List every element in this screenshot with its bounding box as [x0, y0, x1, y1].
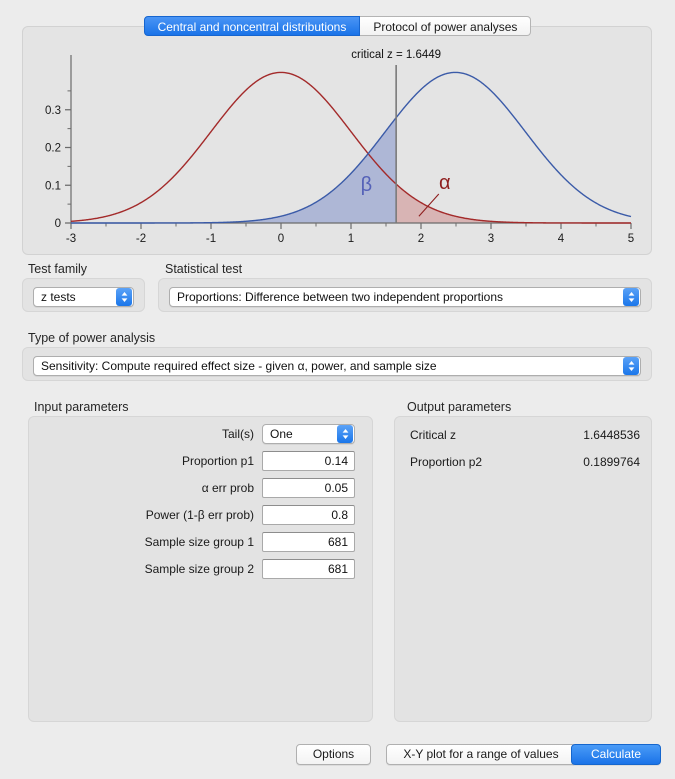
svg-text:3: 3 — [488, 233, 494, 245]
input-row-sample-size-group-1: Sample size group 1 681 — [28, 532, 361, 552]
input-parameters-label: Input parameters — [34, 400, 129, 414]
tab-bar: Central and noncentral distributions Pro… — [0, 16, 675, 36]
xy-plot-button[interactable]: X-Y plot for a range of values — [386, 744, 576, 765]
tab-protocol-of-power-analyses[interactable]: Protocol of power analyses — [360, 16, 532, 36]
input-row-proportion-p1: Proportion p1 0.14 — [28, 451, 361, 471]
statistical-test-label: Statistical test — [165, 262, 243, 276]
svg-text:β: β — [361, 174, 373, 196]
svg-text:critical z = 1.6449: critical z = 1.6449 — [351, 49, 441, 61]
svg-text:1: 1 — [348, 233, 354, 245]
input-row-sample-size-group-2: Sample size group 2 681 — [28, 559, 361, 579]
svg-text:4: 4 — [558, 233, 565, 245]
svg-text:α: α — [439, 172, 451, 194]
svg-text:0: 0 — [278, 233, 284, 245]
calculate-button[interactable]: Calculate — [571, 744, 661, 765]
svg-text:0: 0 — [55, 218, 61, 230]
svg-text:5: 5 — [628, 233, 634, 245]
tails-select[interactable]: One — [262, 424, 355, 444]
distribution-plot-panel: -3 -2 -1 0 1 2 3 4 5 0 0.1 0.2 0.3 critical z = 1.644… — [22, 26, 652, 255]
input-label-proportion-p1: Proportion p1 — [181, 454, 254, 468]
sample-size-group-1-input[interactable]: 681 — [262, 532, 355, 552]
chevron-updown-icon — [337, 425, 353, 443]
tails-value: One — [270, 427, 293, 441]
svg-text:-2: -2 — [136, 233, 146, 245]
chevron-updown-icon — [116, 288, 132, 306]
distribution-plot: -3 -2 -1 0 1 2 3 4 5 0 0.1 0.2 0.3 critical z = 1.644… — [45, 49, 634, 245]
output-value-critical-z: 1.6448536 — [583, 428, 640, 442]
chevron-updown-icon — [623, 357, 639, 375]
power-analysis-label: Type of power analysis — [28, 331, 156, 345]
input-label-sample-size-group-2: Sample size group 2 — [144, 562, 254, 576]
power-analysis-select[interactable]: Sensitivity: Compute required effect siz… — [33, 356, 641, 376]
output-label-proportion-p2: Proportion p2 — [410, 455, 483, 469]
alpha-err-prob-input[interactable]: 0.05 — [262, 478, 355, 498]
output-value-proportion-p2: 0.1899764 — [583, 455, 640, 469]
input-label-alpha-err-prob: α err prob — [201, 481, 254, 495]
power-input[interactable]: 0.8 — [262, 505, 355, 525]
plot-shaded-regions — [71, 118, 631, 223]
output-label-critical-z: Critical z — [410, 428, 457, 442]
svg-text:-3: -3 — [66, 233, 76, 245]
power-analysis-value: Sensitivity: Compute required effect siz… — [41, 359, 437, 373]
svg-text:-1: -1 — [206, 233, 216, 245]
input-label-tails: Tail(s) — [222, 427, 254, 441]
input-label-power: Power (1-β err prob) — [145, 508, 254, 522]
tab-central-and-noncentral-distributions[interactable]: Central and noncentral distributions — [143, 16, 361, 36]
proportion-p1-input[interactable]: 0.14 — [262, 451, 355, 471]
output-row-proportion-p2: Proportion p2 0.1899764 — [410, 453, 640, 471]
options-button[interactable]: Options — [296, 744, 371, 765]
input-label-sample-size-group-1: Sample size group 1 — [144, 535, 254, 549]
output-row-critical-z: Critical z 1.6448536 — [410, 426, 640, 444]
statistical-test-select[interactable]: Proportions: Difference between two inde… — [169, 287, 641, 307]
chevron-updown-icon — [623, 288, 639, 306]
svg-text:0.1: 0.1 — [45, 180, 61, 192]
svg-text:2: 2 — [418, 233, 424, 245]
svg-text:0.2: 0.2 — [45, 143, 61, 155]
output-parameters-label: Output parameters — [407, 400, 512, 414]
tab-label: Central and noncentral distributions — [157, 20, 347, 34]
test-family-label: Test family — [28, 262, 88, 276]
tab-label: Protocol of power analyses — [373, 20, 518, 34]
statistical-test-value: Proportions: Difference between two inde… — [177, 290, 503, 304]
input-row-power: Power (1-β err prob) 0.8 — [28, 505, 361, 525]
sample-size-group-2-input[interactable]: 681 — [262, 559, 355, 579]
svg-text:0.3: 0.3 — [45, 105, 61, 117]
input-row-tails: Tail(s) One — [28, 424, 361, 444]
input-row-alpha-err-prob: α err prob 0.05 — [28, 478, 361, 498]
test-family-value: z tests — [41, 290, 76, 304]
test-family-select[interactable]: z tests — [33, 287, 134, 307]
